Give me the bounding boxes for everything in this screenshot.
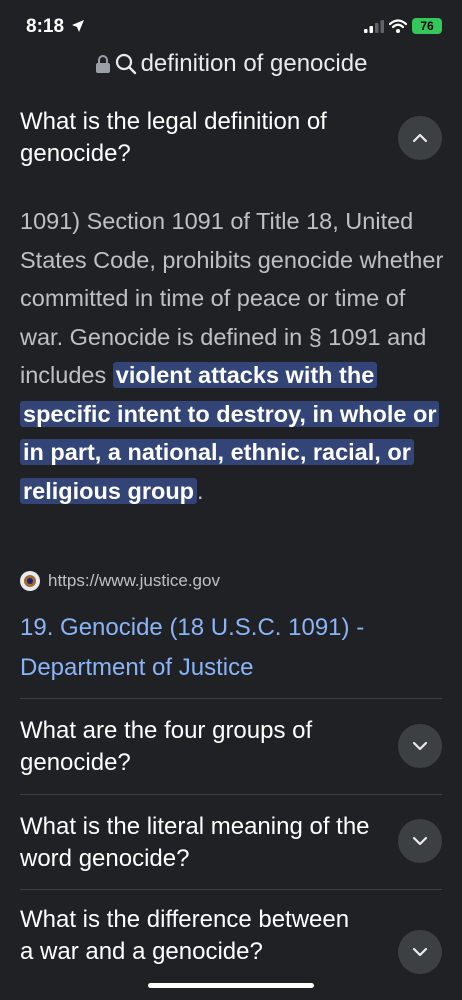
source-row[interactable]: https://www.justice.gov [20,571,220,591]
chevron-up-icon [412,133,428,143]
divider [20,698,442,699]
location-arrow-icon [72,20,84,32]
status-time: 8:18 [26,16,65,37]
expand-button[interactable] [398,819,442,863]
doj-favicon-icon [20,571,40,591]
answer-text-after: . [197,477,204,504]
url-text: definition of genocide [140,50,368,77]
source-title-link[interactable]: 19. Genocide (18 U.S.C. 1091) - Departme… [20,608,420,688]
answer-text-before: 1091) Section 1091 of Title 18, United S… [20,208,444,388]
search-icon [115,53,136,75]
question-item[interactable]: What is the difference between a war and… [20,904,350,968]
expand-button[interactable] [398,930,442,974]
collapse-button[interactable] [398,116,442,160]
answer-text: 1091) Section 1091 of Title 18, United S… [20,202,445,510]
battery-indicator: 76 [412,18,442,34]
battery-level: 76 [420,19,434,33]
divider [20,794,442,795]
expanded-question-title[interactable]: What is the legal definition of genocide… [20,106,380,170]
expand-button[interactable] [398,724,442,768]
chevron-down-icon [412,947,428,957]
lock-icon [95,55,110,73]
chevron-down-icon [412,741,428,751]
source-url: https://www.justice.gov [48,571,220,590]
wifi-icon [389,19,407,33]
divider [20,889,442,890]
status-bar: 8:18 76 [0,0,462,48]
chevron-down-icon [412,836,428,846]
question-item[interactable]: What is the literal meaning of the word … [20,811,380,875]
home-indicator[interactable] [148,983,314,988]
cellular-signal-icon [364,20,384,33]
question-item[interactable]: What are the four groups of genocide? [20,715,380,779]
url-bar[interactable]: definition of genocide [0,50,462,82]
